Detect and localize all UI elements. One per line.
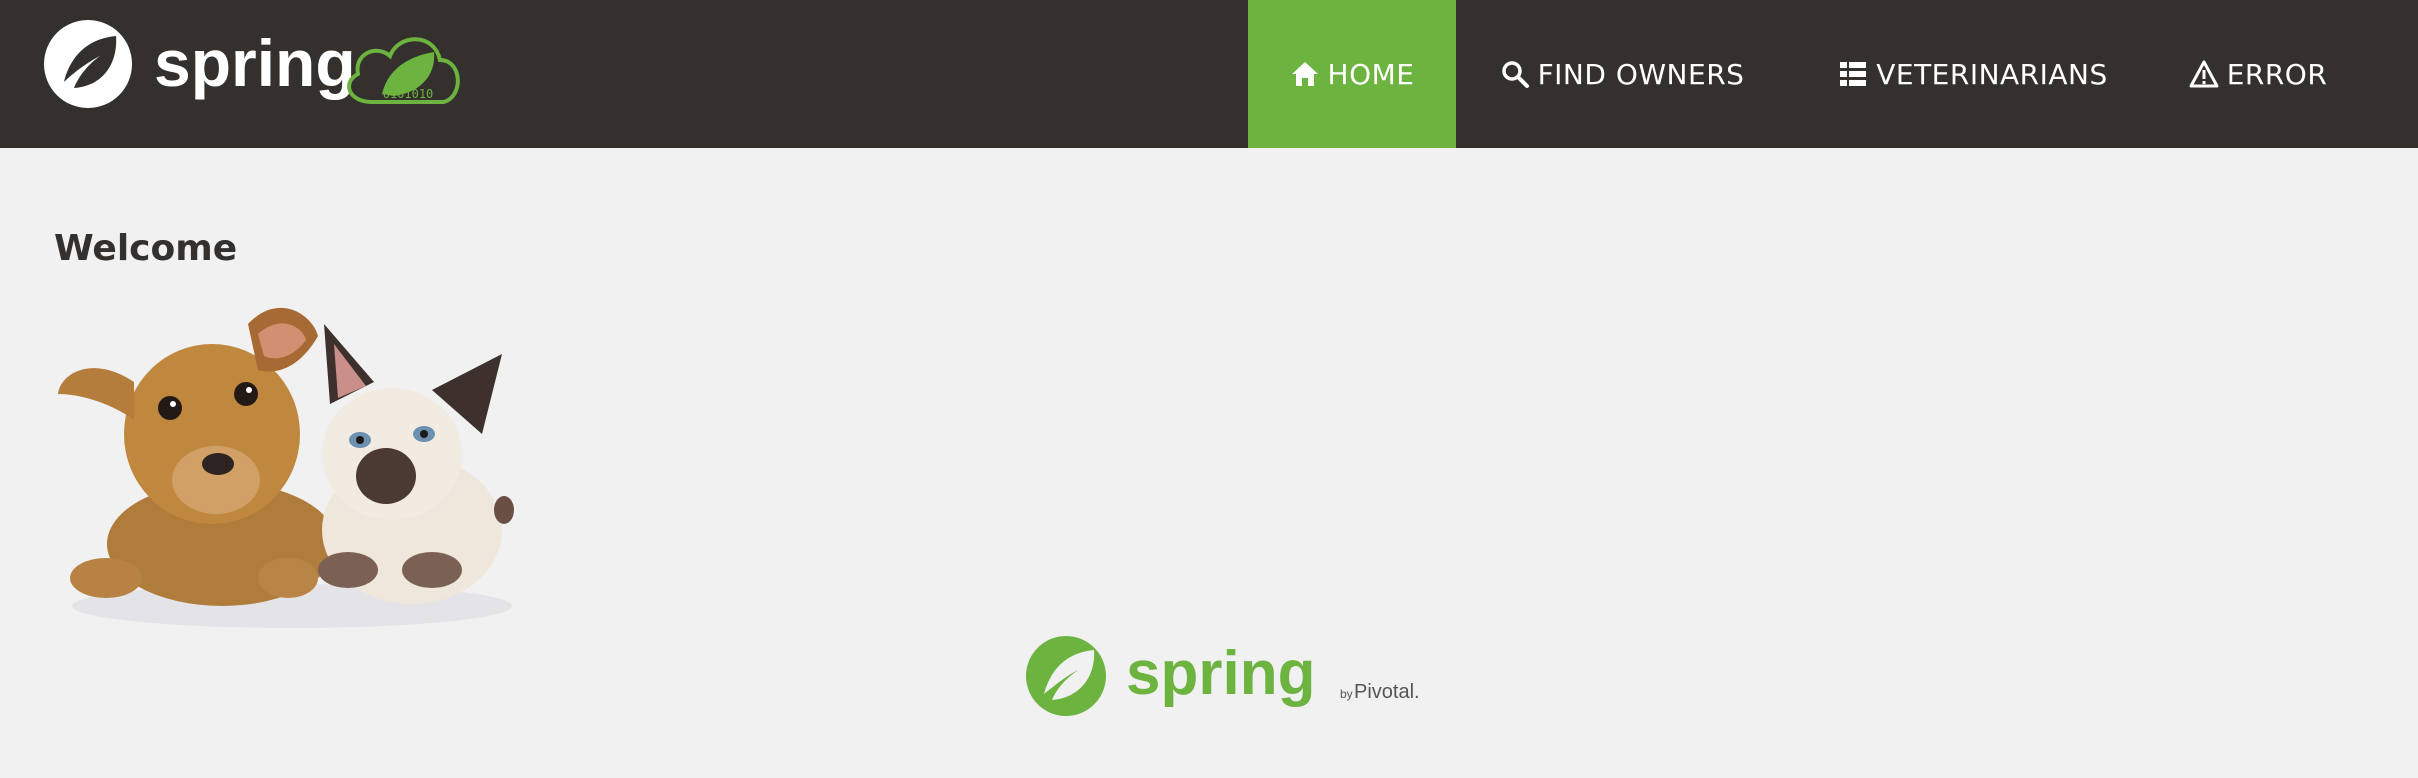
main-content: Welcome [54,228,237,269]
svg-text:spring: spring [1126,639,1315,708]
svg-text:spring: spring [154,26,356,100]
home-icon [1290,59,1320,89]
cloud-badge-icon: 0101010 [347,37,460,104]
svg-text:by: by [1340,687,1353,701]
nav-error-label: ERROR [2226,57,2328,91]
puppy-figure [58,307,337,606]
nav-find-owners[interactable]: FIND OWNERS [1456,0,1788,148]
svg-text:Pivotal.: Pivotal. [1354,681,1420,703]
warning-icon [2189,59,2219,89]
page-title: Welcome [54,228,238,269]
search-icon [1500,59,1530,89]
kitten-figure [318,324,514,604]
spring-leaf-icon [44,20,132,108]
footer-spring-by-pivotal-logo: spring by Pivotal. [1024,634,1424,718]
svg-text:0101010: 0101010 [383,87,434,101]
nav-find-owners-label: FIND OWNERS [1537,57,1745,91]
nav-home[interactable]: HOME [1248,0,1456,148]
list-icon [1838,59,1868,89]
nav-veterinarians[interactable]: VETERINARIANS [1788,0,2158,148]
nav-veterinarians-label: VETERINARIANS [1876,57,2108,91]
spring-logo[interactable]: spring 0101010 [42,16,502,112]
nav-home-label: HOME [1327,57,1415,91]
top-navbar: spring 0101010 HOME FIND OWNERS VETERINA… [0,0,2418,148]
nav-error[interactable]: ERROR [2158,0,2358,148]
pets-image [52,294,522,630]
main-nav: HOME FIND OWNERS VETERINARIANS ERROR [1248,0,2358,148]
